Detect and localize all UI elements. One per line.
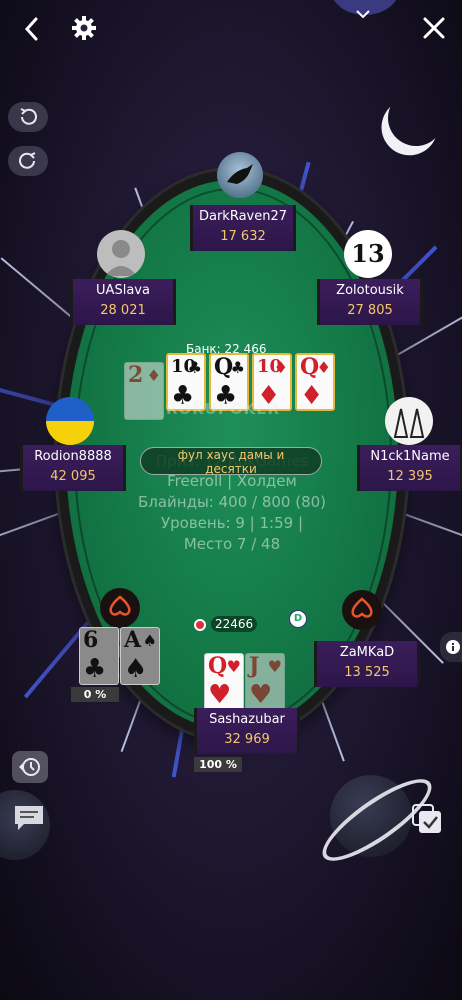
player-name: Sashazubar [209,712,285,727]
hero-card-1: Q ♥ ♥ [204,653,244,711]
player-stack: 13 525 [344,665,390,680]
back-button[interactable] [18,14,46,44]
player-panel-uaslava[interactable]: UASlava 28 021 [70,279,176,325]
player-name: Rodion8888 [34,449,112,464]
player-stack: 28 021 [100,303,146,318]
board-card-1: 2 ♦ [124,362,164,420]
tournament-blinds: Блайнды: 400 / 800 (80) [137,493,327,511]
chevron-left-icon [24,17,38,41]
player-name: DarkRaven27 [198,209,288,224]
player-stack: 27 805 [347,303,393,318]
history-icon [19,758,40,776]
avatar-zolotousik[interactable]: 13 [344,230,392,278]
tournament-place: Место 7 / 48 [183,535,281,553]
player-name: ZaMKaD [339,645,395,660]
gear-icon [72,16,96,40]
avatar-text: 13 [351,239,385,268]
cartoon-avatar-icon [393,408,425,438]
avatar-uaslava[interactable] [97,230,145,278]
chat-button[interactable] [12,802,48,836]
hero-equity-badge: 100 % [194,757,242,772]
close-button[interactable] [420,14,448,44]
dealer-button: D [289,610,307,628]
settings-button[interactable] [70,14,98,44]
avatar-n1ck1name[interactable] [385,397,433,445]
close-icon [423,17,445,39]
player-logo-left [100,588,140,628]
info-icon [446,640,460,654]
undo-icon [20,108,37,125]
player-panel-hero[interactable]: Sashazubar 32 969 [194,708,300,754]
hand-result-badge: фул хаус дамы и десятки [140,447,322,476]
hand-history-button[interactable] [12,751,48,783]
player-panel-rodion8888[interactable]: Rodion8888 42 095 [20,445,126,491]
avatar-rodion8888[interactable] [46,397,94,445]
undo-button[interactable] [8,102,48,132]
player-stack: 42 095 [50,469,96,484]
left-equity-badge: 0 % [71,687,119,702]
chevron-down-icon [356,10,370,19]
player-panel-n1ck1name[interactable]: N1ck1Name 12 395 [357,445,462,491]
player-logo-zamkad [342,590,382,630]
info-button[interactable] [440,632,462,662]
player-name: Zolotousik [336,283,404,298]
player-stack: 17 632 [220,229,266,244]
avatar-darkraven27[interactable] [217,152,263,198]
collapse-button[interactable] [352,0,374,19]
left-card-1: 6 ♣ [79,627,119,685]
player-name: UASlava [96,283,150,298]
pot-amount: 22466 [211,616,258,632]
multi-table-button[interactable] [410,802,446,836]
moon-decoration [384,86,449,151]
spade-logo-icon [109,595,131,616]
tournament-level: Уровень: 9 | 1:59 | [160,514,304,532]
redo-button[interactable] [8,146,48,176]
chat-icon [15,806,43,830]
user-silhouette-icon [105,240,137,276]
table-logo: ROKUPOKER [166,400,281,418]
left-card-2: A ♠ ♠ [120,627,160,685]
spade-logo-icon [351,597,373,618]
player-name: N1ck1Name [370,449,450,464]
raven-icon [227,164,253,184]
player-panel-darkraven27[interactable]: DarkRaven27 17 632 [190,205,296,251]
player-stack: 12 395 [387,469,433,484]
pot-chip-icon [194,619,206,631]
player-panel-zamkad[interactable]: ZaMKaD 13 525 [314,641,420,687]
redo-icon [19,152,36,169]
multi-table-icon [412,804,441,833]
board-card-5: Q ♦ ♦ [295,353,335,411]
player-stack: 32 969 [224,732,270,747]
player-panel-zolotousik[interactable]: Zolotousik 27 805 [317,279,423,325]
hero-card-2: J ♥ ♥ [245,653,285,711]
